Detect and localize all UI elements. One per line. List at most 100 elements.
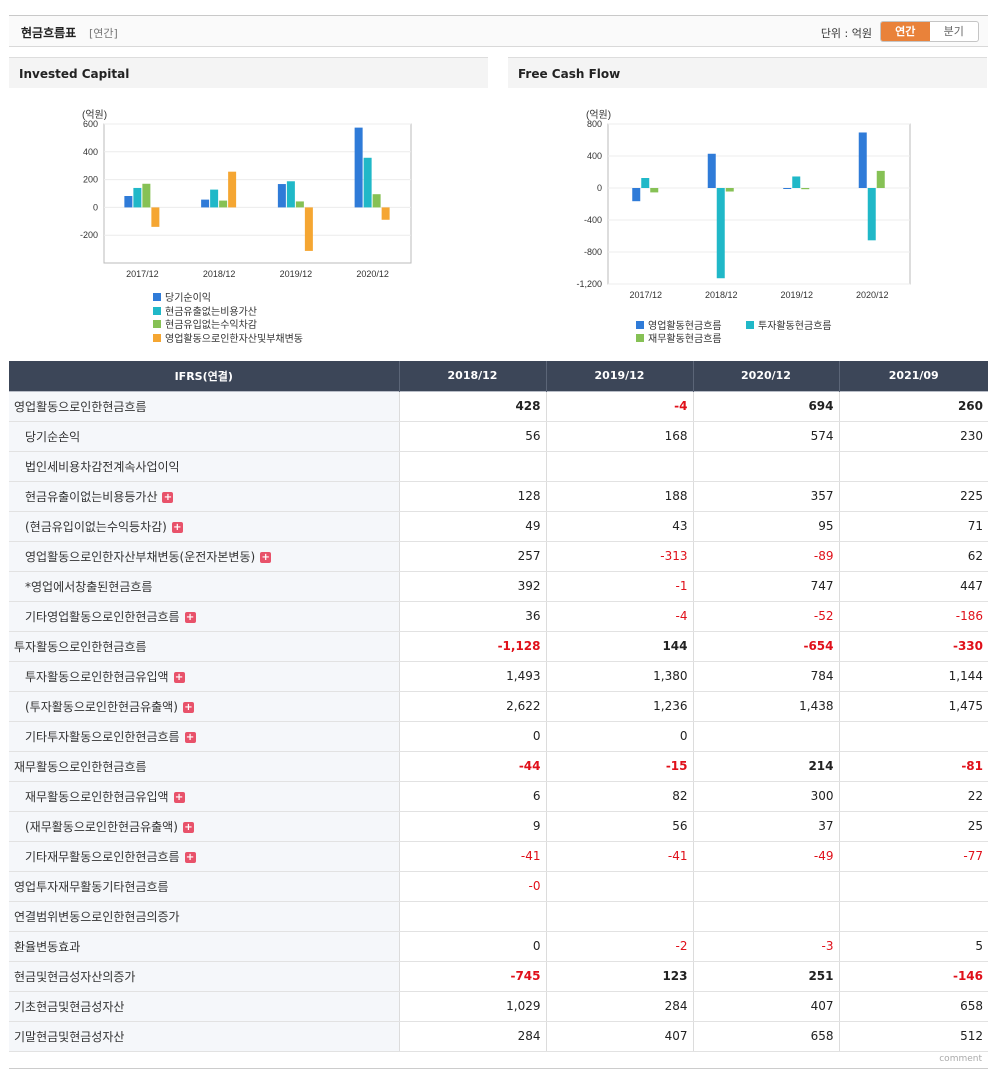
tab-quarterly[interactable]: 분기	[930, 22, 979, 41]
expand-plus-icon[interactable]: +	[171, 521, 183, 533]
table-cell: 512	[839, 1021, 988, 1052]
table-cell: 9	[399, 811, 547, 842]
table-header-row: IFRS(연결) 2018/12 2019/12 2020/12 2021/09	[9, 361, 988, 391]
expand-plus-icon[interactable]: +	[184, 611, 196, 623]
legend-swatch	[746, 321, 754, 329]
expand-plus-icon[interactable]: +	[162, 491, 174, 503]
table-cell	[839, 451, 988, 482]
table-cell: -146	[839, 960, 988, 992]
table-cell: 0	[399, 931, 547, 962]
table-cell: -330	[839, 630, 988, 662]
x-tick-label: 2018/12	[203, 269, 236, 279]
expand-plus-icon[interactable]: +	[173, 791, 185, 803]
table-cell: 658	[839, 991, 988, 1022]
table-cell	[693, 901, 840, 932]
table-row: 투자활동으로인한현금흐름 -1,128 144 -654 -330	[9, 630, 988, 662]
bar	[725, 188, 734, 192]
table-row: 재무활동으로인한현금유입액 +6 82 300 22	[9, 781, 988, 812]
header-2021: 2021/09	[839, 361, 988, 391]
table-cell: 392	[399, 571, 547, 602]
legend-label: 현금유출없는비용가산	[165, 305, 257, 318]
cash-flow-table: IFRS(연결) 2018/12 2019/12 2020/12 2021/09…	[9, 361, 988, 1052]
table-cell: 214	[693, 750, 840, 782]
bar	[867, 188, 876, 241]
y-tick-label: 400	[83, 147, 98, 157]
row-label: 당기순손익	[9, 421, 400, 452]
table-cell	[693, 451, 840, 482]
bar	[876, 170, 885, 188]
table-cell: 407	[693, 991, 840, 1022]
expand-plus-icon[interactable]: +	[260, 551, 272, 563]
table-cell: 574	[693, 421, 840, 452]
legend-label: 투자활동현금흐름	[758, 319, 832, 332]
row-label-text: 기타재무활동으로인한현금흐름	[25, 849, 180, 864]
legend-swatch	[153, 320, 161, 328]
table-row: (재무활동으로인한현금유출액) +9 56 37 25	[9, 811, 988, 842]
table-cell: -2	[546, 931, 694, 962]
row-label-text: 현금유출이없는비용등가산	[25, 489, 158, 504]
y-tick-label: 0	[93, 202, 98, 212]
table-cell: 407	[546, 1021, 694, 1052]
y-tick-label: -800	[584, 247, 602, 257]
row-label: (현금유입이없는수익등차감) +	[9, 511, 400, 542]
row-label: 연결범위변동으로인한현금의증가	[9, 901, 400, 932]
table-row: 기말현금및현금성자산 284 407 658 512	[9, 1021, 988, 1052]
table-row: 연결범위변동으로인한현금의증가	[9, 901, 988, 932]
bar	[716, 188, 725, 279]
table-row: *영업에서창출된현금흐름 392 -1 747 447	[9, 571, 988, 602]
legend-swatch	[636, 334, 644, 342]
legend-label: 영업활동으로인한자산및부채변동	[165, 332, 303, 345]
row-label: 투자활동으로인한현금흐름	[9, 630, 400, 662]
expand-plus-icon[interactable]: +	[182, 701, 194, 713]
statement-header: 현금흐름표 [연간] 단위 : 억원 연간 분기	[9, 15, 988, 47]
row-label-text: 기말현금및현금성자산	[14, 1029, 125, 1044]
row-label: 투자활동으로인한현금유입액 +	[9, 661, 400, 692]
y-axis-label: (억원)	[82, 109, 107, 121]
comment-toggle[interactable]: comment	[939, 1054, 982, 1064]
table-cell: 95	[693, 511, 840, 542]
bar	[783, 188, 792, 189]
table-cell	[546, 451, 694, 482]
table-row: 현금유출이없는비용등가산 +128 188 357 225	[9, 481, 988, 512]
legend-label: 재무활동현금흐름	[648, 332, 722, 345]
table-cell	[839, 901, 988, 932]
row-label: 기초현금및현금성자산	[9, 991, 400, 1022]
invested-capital-panel: Invested Capital 600 400 200 0 -200 (억원) 2017/…	[9, 57, 488, 353]
bar	[792, 176, 801, 188]
table-cell: -3	[693, 931, 840, 962]
table-cell: 1,475	[839, 691, 988, 722]
row-label-text: (재무활동으로인한현금유출액)	[25, 819, 178, 834]
y-tick-label: -200	[80, 230, 98, 240]
row-label: 현금및현금성자산의증가	[9, 960, 400, 992]
bar	[151, 207, 160, 227]
table-cell: -52	[693, 601, 840, 632]
row-label: 법인세비용차감전계속사업이익	[9, 451, 400, 482]
bar	[228, 171, 237, 208]
table-cell: 71	[839, 511, 988, 542]
table-cell: 2,622	[399, 691, 547, 722]
table-cell: 284	[399, 1021, 547, 1052]
table-cell: 357	[693, 481, 840, 512]
table-cell: -186	[839, 601, 988, 632]
expand-plus-icon[interactable]: +	[184, 731, 196, 743]
table-cell: -89	[693, 541, 840, 572]
table-cell: 447	[839, 571, 988, 602]
table-cell: -313	[546, 541, 694, 572]
table-cell: 22	[839, 781, 988, 812]
bar	[133, 187, 142, 208]
expand-plus-icon[interactable]: +	[182, 821, 194, 833]
table-row: 당기순손익 56 168 574 230	[9, 421, 988, 452]
table-cell: 300	[693, 781, 840, 812]
table-cell: 257	[399, 541, 547, 572]
bar	[363, 157, 372, 208]
table-row: 기초현금및현금성자산 1,029 284 407 658	[9, 991, 988, 1022]
free-cash-flow-chart: 8004000-400-800-1,200(억원)2017/12 2018/12 2…	[576, 109, 911, 345]
bar	[372, 194, 381, 208]
bar	[858, 132, 867, 188]
expand-plus-icon[interactable]: +	[184, 851, 196, 863]
tab-annual[interactable]: 연간	[881, 22, 930, 41]
table-cell: 1,236	[546, 691, 694, 722]
table-cell: -77	[839, 841, 988, 872]
legend-swatch	[153, 334, 161, 342]
expand-plus-icon[interactable]: +	[173, 671, 185, 683]
